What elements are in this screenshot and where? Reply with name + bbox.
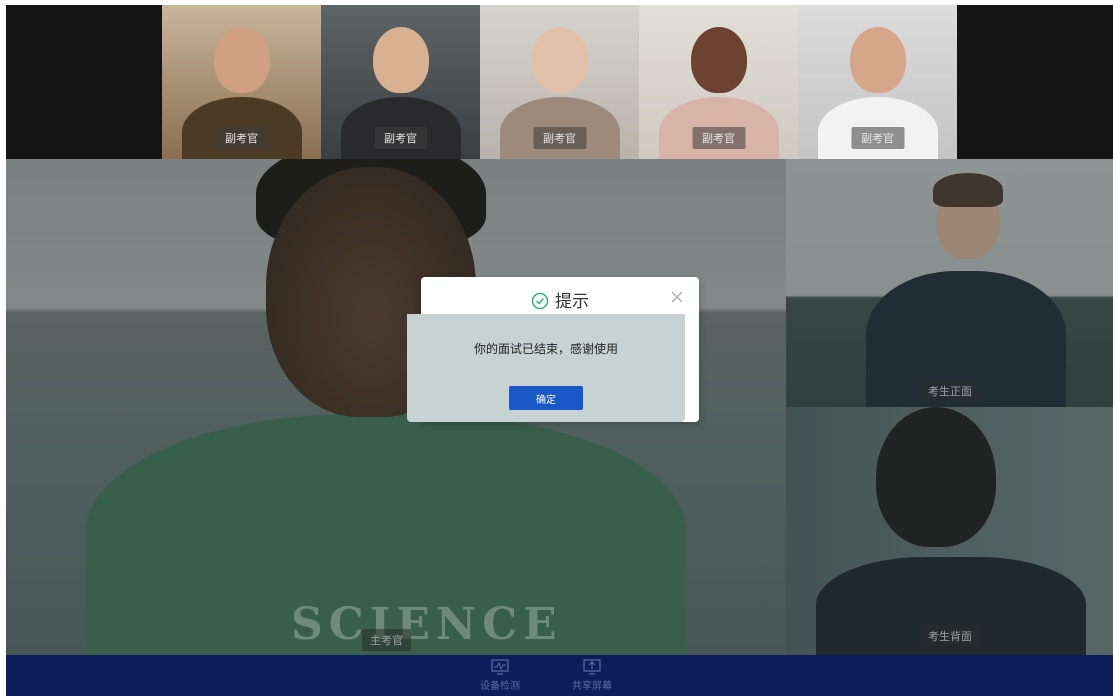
deputy-examiner-tile[interactable]: 副考官	[162, 5, 321, 159]
device-check-button[interactable]: 设备检测	[470, 659, 530, 692]
screen-share-icon	[583, 659, 601, 675]
deputy-examiner-label: 副考官	[533, 127, 586, 149]
share-screen-label: 共享屏幕	[572, 681, 612, 692]
dialog-title: 提示	[555, 292, 589, 312]
deputy-examiner-label: 副考官	[374, 127, 427, 149]
deputy-examiner-tile[interactable]: 副考官	[639, 5, 798, 159]
close-icon[interactable]	[669, 289, 685, 305]
deputy-examiner-strip: 副考官 副考官 副考官 副考官 副考官	[6, 5, 1113, 159]
deputy-examiner-tile[interactable]: 副考官	[798, 5, 957, 159]
success-check-icon	[531, 292, 549, 310]
dialog-body: 你的面试已结束，感谢使用 确定	[407, 314, 685, 422]
deputy-examiner-label: 副考官	[692, 127, 745, 149]
deputy-examiner-tile[interactable]: 副考官	[321, 5, 480, 159]
bottom-toolbar: 设备检测 共享屏幕	[6, 655, 1113, 696]
deputy-examiner-tile[interactable]: 副考官	[480, 5, 639, 159]
deputy-examiner-label: 副考官	[851, 127, 904, 149]
share-screen-button[interactable]: 共享屏幕	[562, 659, 622, 692]
deputy-examiner-label: 副考官	[215, 127, 268, 149]
monitor-pulse-icon	[491, 659, 509, 675]
dialog-message: 你的面试已结束，感谢使用	[473, 342, 618, 356]
device-check-label: 设备检测	[480, 681, 520, 692]
confirm-button[interactable]: 确定	[509, 386, 583, 410]
